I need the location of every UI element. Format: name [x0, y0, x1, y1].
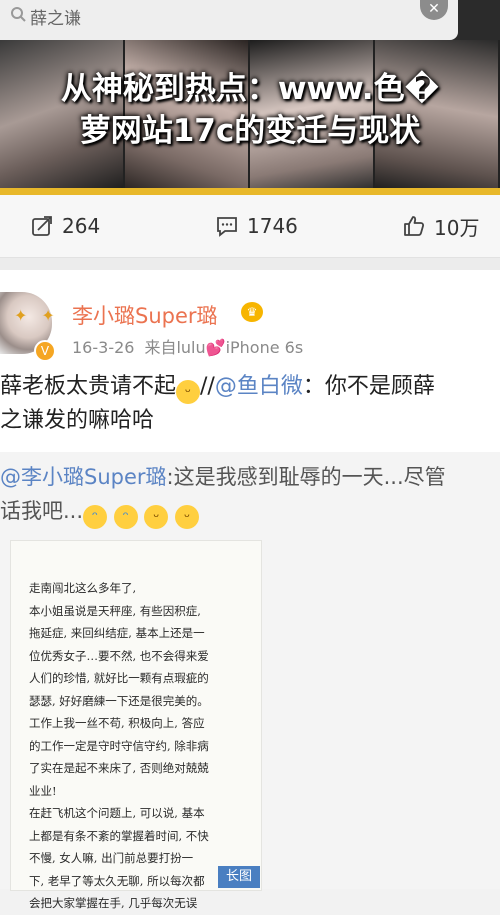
post-text: 薛老板太贵请不起 ᵕ//@鱼白微：你不是顾薛 之谦发的嘛哈哈 — [0, 370, 500, 438]
laughing-emoji-icon: ᵕ — [175, 505, 200, 529]
verified-icon: V — [34, 340, 56, 362]
repost-count: 264 — [62, 214, 101, 238]
letter-line: 拖延症, 来回纠结症, 基本上还是一 — [29, 626, 205, 640]
overlay-title-line: 萝网站17c的变迁与现状 — [79, 113, 421, 149]
bow-icon: ✦✦ — [14, 306, 69, 325]
post-text-segment: // — [200, 374, 215, 399]
comment-icon — [217, 217, 237, 237]
laughing-emoji-icon: ᵕ — [176, 380, 201, 404]
retweet-text: @李小璐Super璐:这是我感到耻辱的一天...尽管 话我吧... ᵔ ᵔ ᵕ ᵕ — [0, 460, 500, 529]
crown-icon: ♛ — [241, 302, 263, 322]
post-meta: 16-3-26 来自lulu💕iPhone 6s — [72, 334, 303, 358]
letter-line: 上都是有条不紊的掌握着时间, 不快 — [29, 828, 209, 843]
letter-line: 在赶飞机这个问题上, 可以说, 基本 — [29, 806, 205, 820]
search-icon — [11, 7, 26, 22]
like-count: 10万 — [434, 215, 480, 240]
header-banner: 薛之谦 ✕ 从神秘到热点：www.色� 萝网站17c的变迁与现状 — [0, 0, 500, 190]
crying-emoji-icon: ᵔ — [83, 505, 108, 529]
long-image-badge: 长图 — [218, 866, 260, 888]
thumbs-up-icon — [404, 216, 425, 236]
section-gap — [0, 258, 500, 270]
comment-button[interactable]: 1746 — [215, 213, 298, 239]
accent-divider — [0, 188, 500, 195]
crying-emoji-icon: ᵔ — [113, 505, 138, 529]
post-text-segment: 薛老板太贵请不起 — [0, 374, 177, 399]
post-device: iPhone 6s — [225, 338, 304, 357]
comment-count: 1746 — [247, 214, 298, 238]
mention-link[interactable]: @鱼白微 — [215, 374, 303, 399]
post-source: 来自lulu — [144, 338, 206, 357]
letter-line: 位优秀女子…要不然, 也不会得来爱 — [29, 648, 209, 663]
search-input[interactable]: 薛之谦 — [30, 4, 81, 29]
letter-line: 走南闯北这么多年了, — [29, 581, 137, 595]
retweet-text-segment: 话我吧... — [0, 499, 84, 523]
post-date: 16-3-26 — [72, 338, 135, 357]
letter-line: 工作上我一丝不苟, 积极向上, 答应 — [29, 716, 205, 730]
post-text-segment: ：你不是顾薛 — [302, 374, 435, 399]
heart-icon: 💕 — [205, 338, 226, 357]
action-row: 264 1746 10万 — [0, 195, 500, 258]
retweet-text-segment: :这是我感到耻辱的一天...尽管 — [166, 465, 446, 489]
letter-line: 了实在是起不来床了, 否则绝对兢兢 — [29, 761, 209, 775]
post-text-segment: 之谦发的嘛哈哈 — [0, 408, 155, 433]
close-icon[interactable]: ✕ — [420, 0, 448, 20]
overlay-title: 从神秘到热点：www.色� 萝网站17c的变迁与现状 — [0, 68, 500, 152]
search-bar[interactable]: 薛之谦 ✕ — [0, 0, 458, 40]
user-name[interactable]: 李小璐Super璐 — [72, 300, 218, 330]
letter-text: 走南闯北这么多年了, 本小姐虽说是天秤座, 有些因积症, 拖延症, 来回纠结症, 基… — [29, 577, 259, 915]
like-button[interactable]: 10万 — [402, 213, 480, 240]
laughing-emoji-icon: ᵕ — [144, 505, 169, 529]
letter-line: 的工作一定是守时守信守约, 除非病 — [29, 738, 209, 753]
repost-icon — [32, 216, 52, 236]
letter-line: 本小姐虽说是天秤座, 有些因积症, — [29, 603, 201, 618]
letter-line: 业业! — [29, 783, 57, 798]
letter-line: 人们的珍惜, 就好比一颗有点瑕疵的 — [29, 671, 209, 685]
mention-link[interactable]: @李小璐Super璐 — [0, 465, 167, 489]
repost-button[interactable]: 264 — [30, 213, 100, 239]
letter-line: 会把大家掌握在手, 几乎每次无误 — [29, 896, 198, 910]
letter-line: 瑟瑟, 好好磨練一下还是很完美的。 — [29, 693, 209, 708]
letter-image[interactable]: 走南闯北这么多年了, 本小姐虽说是天秤座, 有些因积症, 拖延症, 来回纠结症, 基… — [10, 540, 262, 910]
overlay-title-line: 从神秘到热点：www.色� — [60, 71, 440, 107]
